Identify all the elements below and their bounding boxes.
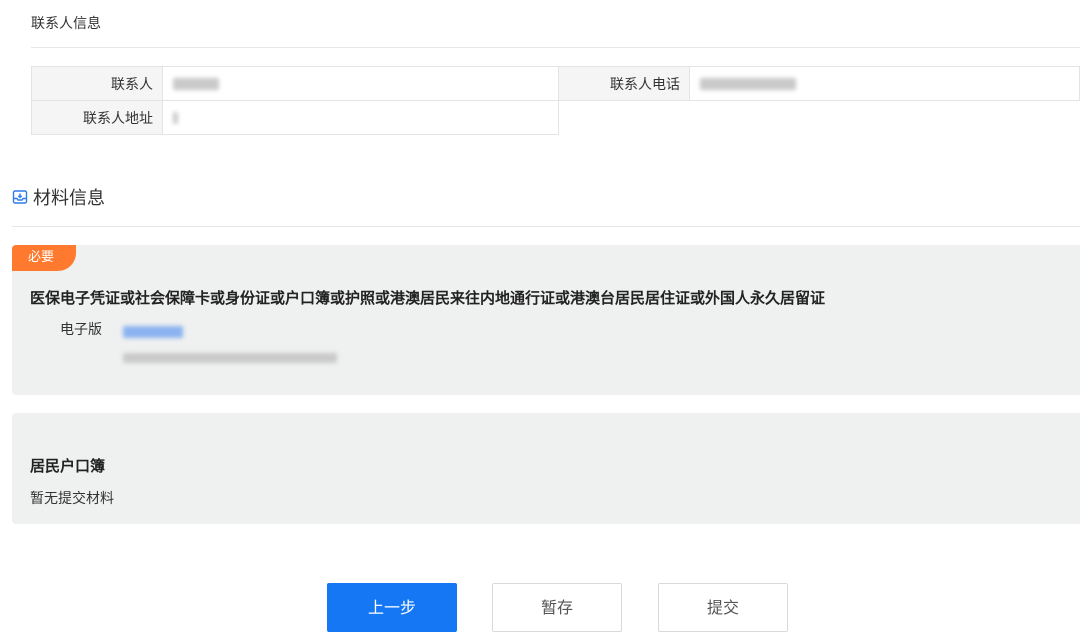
material-name: 居民户口簿 (30, 457, 106, 475)
phone-label: 联系人电话 (558, 66, 690, 101)
electronic-version-label: 电子版 (60, 322, 102, 338)
redacted-phone (700, 77, 796, 90)
divider (12, 226, 1080, 227)
redacted-contact-name (173, 77, 219, 90)
contact-section-title: 联系人信息 (31, 16, 101, 32)
contact-table: 联系人 联系人电话 联系人地址 (31, 66, 1080, 135)
inbox-icon (12, 190, 28, 204)
save-draft-button[interactable]: 暂存 (492, 583, 622, 632)
material-card-household: 居民户口簿 暂无提交材料 (12, 413, 1080, 524)
file-meta (123, 347, 337, 366)
prev-step-button[interactable]: 上一步 (327, 583, 457, 632)
address-value (162, 100, 559, 135)
divider (31, 47, 1080, 48)
file-link[interactable] (123, 321, 183, 340)
empty-cell (558, 100, 1080, 135)
no-material-text: 暂无提交材料 (30, 491, 114, 507)
redacted-address (173, 111, 178, 124)
material-card-required: 必要 医保电子凭证或社会保障卡或身份证或户口簿或护照或港澳居民来往内地通行证或港… (12, 245, 1080, 395)
materials-title: 材料信息 (12, 184, 105, 210)
submit-button[interactable]: 提交 (658, 583, 788, 632)
redacted-file-meta (123, 352, 337, 363)
redacted-file-name (123, 325, 183, 338)
address-label: 联系人地址 (31, 100, 163, 135)
contact-value (162, 66, 559, 101)
contact-label: 联系人 (31, 66, 163, 101)
phone-value (689, 66, 1080, 101)
required-badge: 必要 (12, 245, 76, 271)
material-name: 医保电子凭证或社会保障卡或身份证或户口簿或护照或港澳居民来往内地通行证或港澳台居… (30, 289, 826, 307)
materials-title-text: 材料信息 (33, 188, 105, 209)
